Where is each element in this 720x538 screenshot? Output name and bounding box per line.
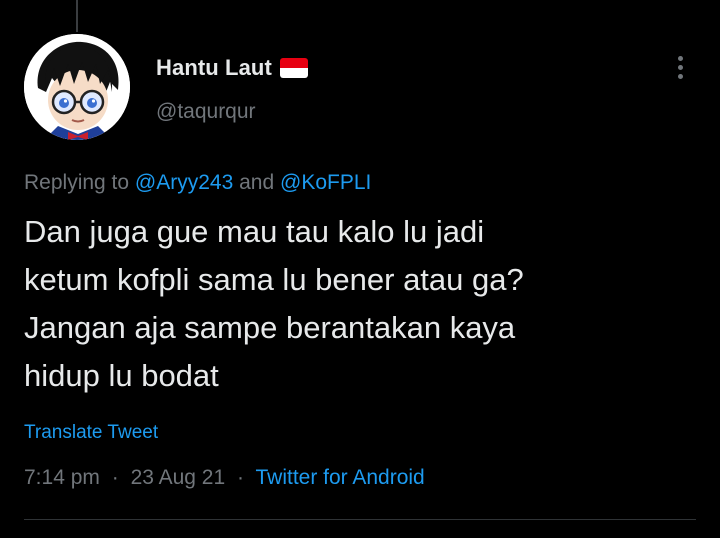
replying-prefix: Replying to (24, 171, 130, 194)
tweet-text-line: hidup lu bodat (24, 358, 219, 393)
thread-connector-line (76, 0, 78, 32)
mention-link-2[interactable]: @KoFPLI (280, 171, 371, 194)
separator-dot: · (111, 466, 119, 489)
mention-link-1[interactable]: @Aryy243 (135, 171, 233, 194)
author-name-row: Hantu Laut (156, 54, 308, 82)
translate-tweet-link[interactable]: Translate Tweet (24, 422, 158, 444)
separator-dot: · (237, 466, 245, 489)
replying-to: Replying to @Aryy243 and @KoFPLI (24, 171, 371, 195)
vertical-dots-icon (677, 55, 683, 61)
avatar-image (24, 34, 130, 140)
author-handle[interactable]: @taqurqur (156, 100, 256, 124)
tweet-text: Dan juga gue mau tau kalo lu jadi ketum … (24, 208, 704, 400)
tweet-date[interactable]: 23 Aug 21 (131, 466, 226, 489)
tweet-container: Hantu Laut @taqurqur Replying to @Aryy24… (0, 0, 720, 538)
replying-conjunction: and (239, 171, 275, 194)
tweet-source-link[interactable]: Twitter for Android (255, 466, 424, 489)
vertical-dots-icon (677, 73, 683, 79)
divider (24, 519, 696, 520)
tweet-metadata: 7:14 pm · 23 Aug 21 · Twitter for Androi… (24, 466, 425, 490)
tweet-text-line: Dan juga gue mau tau kalo lu jadi (24, 214, 485, 249)
author-display-name[interactable]: Hantu Laut (156, 55, 272, 81)
tweet-text-line: Jangan aja sampe berantakan kaya (24, 310, 516, 345)
more-options-button[interactable] (664, 50, 696, 84)
indonesia-flag-icon (279, 58, 308, 78)
tweet-time[interactable]: 7:14 pm (24, 466, 100, 489)
avatar[interactable] (24, 34, 130, 140)
tweet-text-line: ketum kofpli sama lu bener atau ga? (24, 262, 524, 297)
vertical-dots-icon (677, 64, 683, 70)
